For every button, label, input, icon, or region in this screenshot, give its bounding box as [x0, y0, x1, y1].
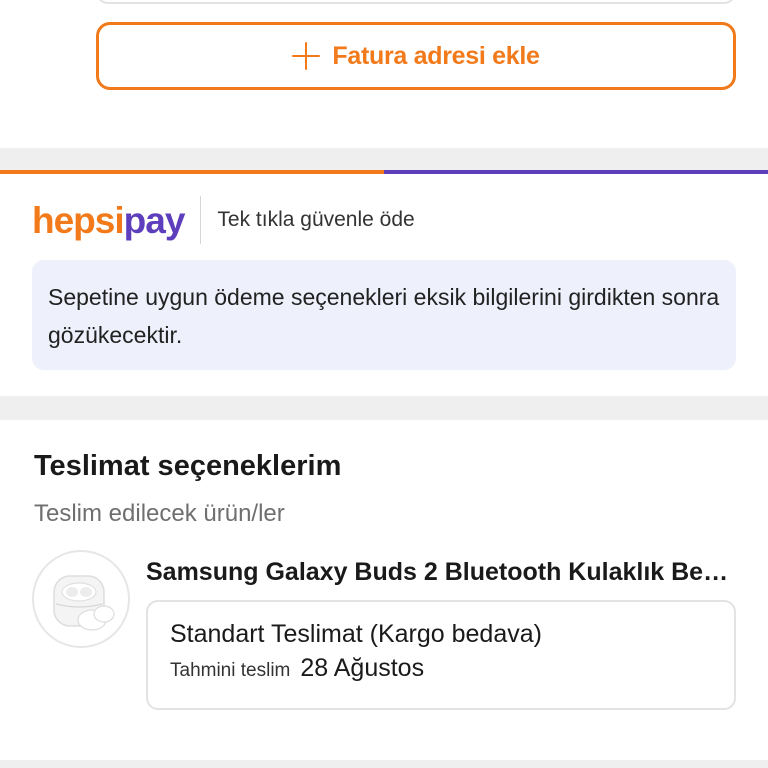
address-card[interactable]: [96, 0, 736, 4]
delivery-subtitle: Teslim edilecek ürün/ler: [34, 500, 285, 527]
payment-tagline: Tek tıkla güvenle öde: [217, 208, 415, 231]
estimated-delivery-label: Tahmini teslim: [170, 660, 291, 681]
product-name[interactable]: Samsung Galaxy Buds 2 Bluetooth Kulaklık…: [146, 558, 736, 587]
header-divider: [200, 196, 202, 244]
plus-icon: [292, 42, 321, 70]
estimated-delivery-date: 28 Ağustos: [300, 654, 425, 682]
logo-pay: pay: [123, 199, 186, 241]
delivery-title: Teslimat seçeneklerim: [34, 450, 342, 482]
payment-header: hepsipay Tek tıkla güvenle öde: [32, 196, 415, 244]
earbuds-case-icon: [53, 575, 115, 631]
payment-accent-line: [0, 170, 768, 174]
shipping-option-card[interactable]: Standart Teslimat (Kargo bedava) Tahmini…: [146, 600, 736, 710]
estimated-delivery: Tahmini teslim 28 Ağustos: [170, 654, 424, 683]
delivery-section: Teslimat seçeneklerim Teslim edilecek ür…: [0, 420, 768, 760]
checkout-page: Fatura adresi ekle hepsipay Tek tıkla gü…: [0, 0, 768, 768]
shipping-method-label: Standart Teslimat (Kargo bedava): [170, 620, 542, 648]
add-billing-address-button[interactable]: Fatura adresi ekle: [96, 22, 736, 90]
payment-section: hepsipay Tek tıkla güvenle öde Sepetine …: [0, 170, 768, 396]
billing-address-section: Fatura adresi ekle: [0, 0, 768, 148]
hepsipay-logo: hepsipay: [32, 199, 186, 241]
accent-line-purple: [384, 170, 768, 174]
product-image[interactable]: [32, 550, 130, 648]
add-billing-address-label: Fatura adresi ekle: [332, 41, 540, 70]
logo-hepsi: hepsi: [32, 199, 125, 241]
accent-line-orange: [0, 170, 384, 174]
payment-info-message: Sepetine uygun ödeme seçenekleri eksik b…: [32, 260, 736, 370]
